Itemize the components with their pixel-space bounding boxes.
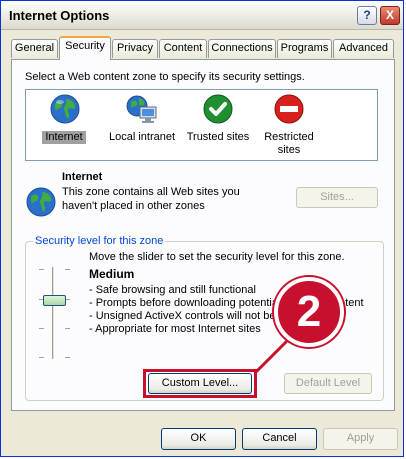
apply-button[interactable]: Apply — [323, 428, 398, 450]
internet-options-window: Internet Options ? X General Security Pr… — [0, 0, 404, 457]
tab-security[interactable]: Security — [59, 36, 111, 60]
custom-level-highlight — [143, 369, 257, 398]
cancel-button[interactable]: Cancel — [242, 428, 317, 450]
step-number-badge: 2 — [274, 277, 344, 347]
ok-button[interactable]: OK — [161, 428, 236, 450]
